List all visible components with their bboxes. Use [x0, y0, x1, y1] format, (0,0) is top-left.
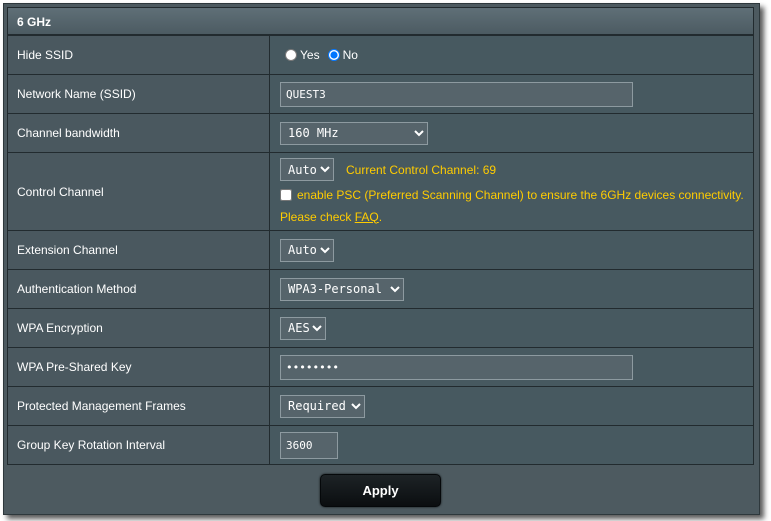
row-extension-channel: Extension Channel Auto — [7, 230, 754, 270]
faq-prefix: Please check — [280, 209, 355, 224]
psc-checkbox[interactable] — [280, 188, 292, 201]
section-header: 6 GHz — [7, 7, 754, 35]
row-pmf: Protected Management Frames Required — [7, 386, 754, 426]
hide-ssid-no-radio[interactable] — [327, 49, 340, 61]
row-psk: WPA Pre-Shared Key — [7, 347, 754, 387]
hide-ssid-no-label: No — [342, 48, 358, 62]
extension-channel-select[interactable]: Auto — [280, 238, 334, 262]
row-control-channel: Control Channel Auto Current Control Cha… — [7, 152, 754, 231]
row-hide-ssid: Hide SSID Yes No — [7, 35, 754, 75]
channel-bandwidth-select[interactable]: 160 MHz — [280, 121, 428, 145]
hide-ssid-value: Yes No — [269, 35, 754, 75]
hide-ssid-label: Hide SSID — [7, 35, 270, 75]
row-auth-method: Authentication Method WPA3-Personal — [7, 269, 754, 309]
wpa-encryption-select[interactable]: AES — [280, 316, 326, 340]
psk-label: WPA Pre-Shared Key — [7, 347, 270, 387]
ssid-input[interactable] — [280, 81, 633, 107]
faq-suffix: . — [378, 209, 383, 224]
row-wpa-encryption: WPA Encryption AES — [7, 308, 754, 348]
psk-input[interactable] — [280, 354, 633, 380]
current-control-channel-text: Current Control Channel: 69 — [346, 162, 497, 177]
auth-method-label: Authentication Method — [7, 269, 270, 309]
control-channel-label: Control Channel — [7, 152, 270, 231]
row-channel-bandwidth: Channel bandwidth 160 MHz — [7, 113, 754, 153]
faq-note: Please check FAQ. — [280, 207, 753, 227]
hide-ssid-yes-label: Yes — [300, 48, 320, 62]
pmf-label: Protected Management Frames — [7, 386, 270, 426]
extension-channel-label: Extension Channel — [7, 230, 270, 270]
group-key-label: Group Key Rotation Interval — [7, 425, 270, 465]
channel-bandwidth-label: Channel bandwidth — [7, 113, 270, 153]
row-group-key: Group Key Rotation Interval — [7, 425, 754, 465]
faq-link[interactable]: FAQ — [355, 210, 379, 224]
settings-table: Hide SSID Yes No Network Name (SSID) Cha… — [7, 35, 754, 465]
group-key-input[interactable] — [280, 431, 338, 459]
control-channel-select[interactable]: Auto — [280, 158, 334, 181]
wpa-encryption-label: WPA Encryption — [7, 308, 270, 348]
row-network-name: Network Name (SSID) — [7, 74, 754, 114]
settings-panel: 6 GHz Hide SSID Yes No Network Name (SSI… — [3, 3, 760, 515]
network-name-label: Network Name (SSID) — [7, 74, 270, 114]
apply-button[interactable]: Apply — [320, 474, 441, 507]
psc-text: enable PSC (Preferred Scanning Channel) … — [297, 187, 744, 202]
pmf-select[interactable]: Required — [280, 394, 365, 418]
section-title: 6 GHz — [17, 15, 52, 29]
auth-method-select[interactable]: WPA3-Personal — [280, 277, 404, 301]
hide-ssid-yes-radio[interactable] — [285, 49, 297, 61]
